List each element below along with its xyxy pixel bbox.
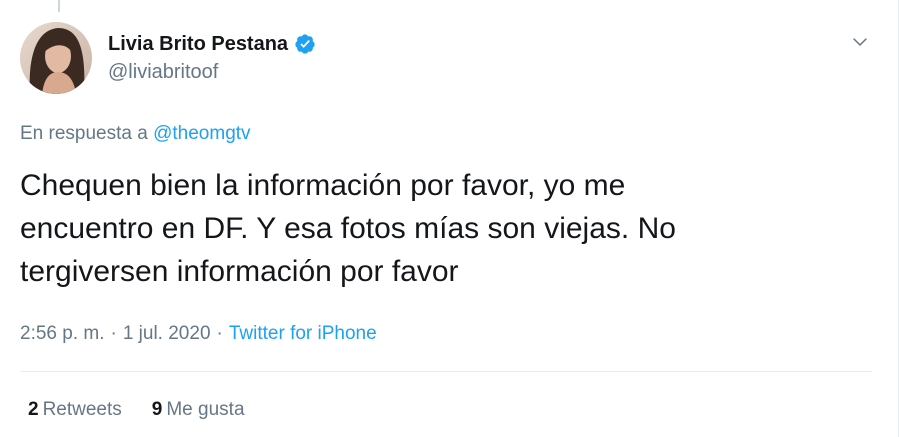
chevron-down-icon[interactable] <box>846 28 874 56</box>
author-block: Livia Brito Pestana @liviabritoof <box>108 32 316 84</box>
meta-separator: · <box>216 323 223 344</box>
author-name[interactable]: Livia Brito Pestana <box>108 32 288 56</box>
retweets-stat[interactable]: 2 Retweets <box>28 398 122 422</box>
tweet-source-link[interactable]: Twitter for iPhone <box>229 323 377 344</box>
meta-separator: · <box>110 323 117 344</box>
tweet-time[interactable]: 2:56 p. m. <box>20 323 105 344</box>
verified-badge-icon <box>294 33 316 55</box>
tweet-meta: 2:56 p. m. · 1 jul. 2020 · Twitter for iPhon… <box>20 322 377 346</box>
reply-prefix: En respuesta a <box>20 123 154 144</box>
retweets-count: 2 <box>28 399 39 420</box>
author-handle[interactable]: @liviabritoof <box>108 60 316 84</box>
tweet-stats: 2 Retweets 9 Me gusta <box>28 398 245 422</box>
likes-label: Me gusta <box>166 399 245 420</box>
reply-mention-link[interactable]: @theomgtv <box>153 123 250 144</box>
retweets-label: Retweets <box>42 399 122 420</box>
likes-count: 9 <box>151 399 163 420</box>
avatar[interactable] <box>20 22 92 94</box>
tweet-date[interactable]: 1 jul. 2020 <box>123 323 211 344</box>
divider <box>20 371 872 372</box>
reply-context: En respuesta a @theomgtv <box>20 122 251 146</box>
tweet-text: Chequen bien la información por favor, y… <box>20 169 676 288</box>
likes-stat[interactable]: 9 Me gusta <box>152 398 245 422</box>
thread-connector-line <box>58 0 60 12</box>
